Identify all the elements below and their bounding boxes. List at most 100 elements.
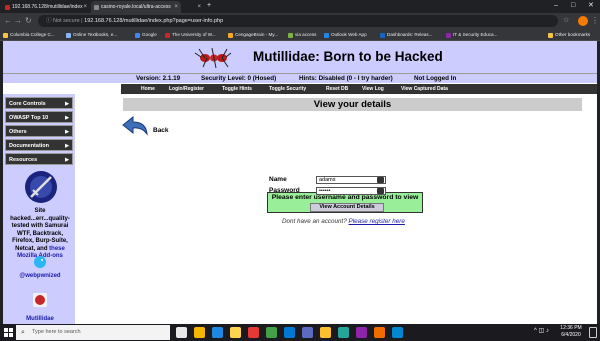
register-link[interactable]: Please register here [349, 218, 405, 225]
forward-nav-icon[interactable]: → [14, 15, 22, 27]
taskbar-app-icon[interactable] [248, 327, 259, 338]
back-arrow-icon[interactable] [120, 114, 150, 138]
minimize-icon[interactable]: – [554, 0, 558, 13]
status-bar: Version: 2.1.19 Security Level: 0 (Hosed… [3, 74, 597, 83]
windows-start-icon[interactable] [4, 328, 13, 337]
bookmark-item[interactable]: Dashboards: Releas... [380, 30, 432, 40]
back-nav-icon[interactable]: ← [4, 15, 12, 27]
menu-home[interactable]: Home [141, 84, 155, 94]
chevron-right-icon: ▶ [65, 101, 69, 107]
close-tab-icon[interactable]: × [83, 1, 87, 13]
url-text: 192.168.76.128/mutillidae/index.php?page… [84, 18, 224, 24]
menu-login-register[interactable]: Login/Register [169, 84, 204, 94]
close-tab-icon[interactable]: × [197, 1, 201, 13]
other-bookmarks[interactable]: Other bookmarks [548, 30, 590, 40]
window-close-icon[interactable]: ✕ [588, 0, 594, 13]
app-header: Mutillidae: Born to be Hacked [3, 41, 597, 74]
menu-view-captured-data[interactable]: View Captured Data [401, 84, 448, 94]
twitter-bird-icon[interactable] [32, 255, 48, 269]
sidebar-item-documentation[interactable]: Documentation ▶ [5, 139, 73, 151]
chevron-right-icon: ▶ [65, 143, 69, 149]
system-tray-icon[interactable]: ^ ◫ ♪ [534, 327, 549, 334]
info-icon: ⓘ [46, 18, 54, 24]
taskbar-app-icon[interactable] [230, 327, 241, 338]
bookmark-item[interactable]: Columbia College C... [3, 30, 55, 40]
sidebar-item-resources[interactable]: Resources ▶ [5, 153, 73, 165]
bookmark-item[interactable]: Google [135, 30, 157, 40]
taskbar-app-icon[interactable] [356, 327, 367, 338]
close-tab-icon[interactable]: × [174, 1, 178, 13]
ant-logo-icon [194, 47, 232, 69]
app-title: Mutillidae: Born to be Hacked [253, 49, 443, 64]
name-field[interactable]: adams [316, 176, 386, 184]
mutillidae-link[interactable]: Mutillidae [13, 316, 67, 322]
tab-label: 192.168.76.128/mutillidae/index [12, 4, 83, 10]
avatar[interactable] [578, 16, 588, 26]
password-manager-icon[interactable] [377, 177, 384, 183]
page-title: View your details [123, 98, 582, 111]
tab-mutillidae[interactable]: 192.168.76.128/mutillidae/index × [2, 1, 90, 13]
notification-icon[interactable] [589, 327, 597, 338]
tab-casino-royale[interactable]: casino-royale.local/ultra-access × [91, 1, 181, 13]
taskbar-app-icon[interactable] [374, 327, 385, 338]
password-field[interactable]: •••••• [316, 187, 386, 195]
login-status-text: Not Logged In [414, 75, 457, 82]
taskbar-app-icon[interactable] [392, 327, 403, 338]
menu-kebab-icon[interactable]: ⋮ [591, 15, 599, 27]
top-menu: Home Login/Register Toggle Hints Toggle … [3, 83, 597, 94]
security-label: Not secure [53, 18, 80, 24]
taskbar-app-icon[interactable] [266, 327, 277, 338]
taskbar-app-icon[interactable] [338, 327, 349, 338]
taskbar-app-icon[interactable] [302, 327, 313, 338]
search-icon: ⌕ [21, 329, 25, 336]
menu-toggle-security[interactable]: Toggle Security [269, 84, 306, 94]
twitter-handle-link[interactable]: @webpwnized [13, 273, 67, 279]
version-text: Version: 2.1.19 [136, 75, 181, 82]
sidebar-blurb: Site hacked...err...quality-tested with … [10, 208, 70, 259]
samurai-logo-icon [25, 171, 57, 203]
name-label: Name [269, 176, 287, 183]
new-tab-icon[interactable]: + [207, 0, 211, 13]
taskbar-app-icon[interactable] [194, 327, 205, 338]
taskbar-app-icon[interactable] [320, 327, 331, 338]
register-prompt: Dont have an account? Please register he… [282, 218, 405, 225]
sidebar-item-core-controls[interactable]: Core Controls ▶ [5, 97, 73, 109]
tab-favicon-icon [94, 5, 99, 10]
hints-text: Hints: Disabled (0 - I try harder) [299, 75, 393, 82]
reload-icon[interactable]: ↻ [25, 15, 32, 27]
taskbar-clock[interactable]: 12:36 PM 6/4/2020 [556, 325, 586, 339]
chevron-right-icon: ▶ [65, 157, 69, 163]
menu-reset-db[interactable]: Reset DB [326, 84, 348, 94]
tab-bar [0, 0, 600, 13]
password-manager-icon[interactable] [377, 188, 384, 194]
view-account-details-button[interactable]: View Account Details [310, 203, 384, 212]
tab-blank[interactable]: × [182, 1, 204, 13]
bookmark-item[interactable]: Outlook Web App [324, 30, 367, 40]
menu-view-log[interactable]: View Log [362, 84, 384, 94]
chevron-right-icon: ▶ [65, 115, 69, 121]
sidebar: Core Controls ▶ OWASP Top 10 ▶ Others ▶ Doc… [3, 94, 75, 324]
chevron-right-icon: ▶ [65, 129, 69, 135]
page-viewport: Mutillidae: Born to be Hacked Version: 2… [3, 41, 597, 324]
bookmark-item[interactable]: The University of W... [165, 30, 216, 40]
mutillidae-logo-icon[interactable] [32, 292, 48, 308]
back-label[interactable]: Back [153, 127, 169, 134]
taskbar-app-icon[interactable] [284, 327, 295, 338]
sidebar-item-others[interactable]: Others ▶ [5, 125, 73, 137]
menu-toggle-hints[interactable]: Toggle Hints [222, 84, 252, 94]
bookmark-item[interactable]: IT & Security Educa... [446, 30, 497, 40]
bookmark-item[interactable]: via access [288, 30, 316, 40]
taskbar-app-icon[interactable] [176, 327, 187, 338]
bookmark-item[interactable]: Online Textbooks, e... [66, 30, 117, 40]
security-level-text: Security Level: 0 (Hosed) [201, 75, 277, 82]
maximize-icon[interactable]: □ [571, 0, 575, 13]
sidebar-item-owasp-top-10[interactable]: OWASP Top 10 ▶ [5, 111, 73, 123]
tab-label: casino-royale.local/ultra-access [101, 4, 171, 10]
taskbar-app-icon[interactable] [212, 327, 223, 338]
address-bar[interactable]: ⓘ Not secure | 192.168.76.128/mutillidae… [38, 15, 558, 27]
taskbar-search-input[interactable]: ⌕ Type here to search [16, 325, 170, 340]
star-icon[interactable]: ☆ [563, 15, 569, 27]
tab-favicon-icon [5, 5, 10, 10]
password-label: Password [269, 187, 300, 194]
bookmark-item[interactable]: CengageBrain - My... [228, 30, 278, 40]
